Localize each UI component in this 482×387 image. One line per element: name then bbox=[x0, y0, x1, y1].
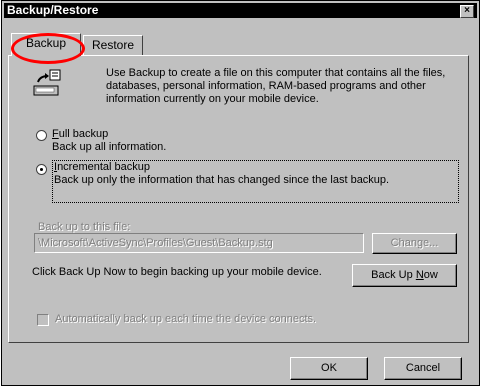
auto-backup-checkbox[interactable] bbox=[37, 314, 49, 326]
window-title: Backup/Restore bbox=[7, 3, 99, 17]
incremental-backup-radio[interactable] bbox=[36, 164, 47, 175]
close-button[interactable]: × bbox=[460, 5, 474, 18]
ok-button[interactable]: OK bbox=[290, 357, 368, 380]
intro-text: Use Backup to create a file on this comp… bbox=[106, 67, 446, 105]
backup-file-path-field[interactable]: \Microsoft\ActiveSync\Profiles\Guest\Bac… bbox=[34, 233, 364, 253]
highlight-circle bbox=[11, 33, 85, 64]
cancel-button[interactable]: Cancel bbox=[384, 357, 462, 380]
full-backup-desc: Back up all information. bbox=[52, 141, 167, 153]
incremental-backup-label[interactable]: Incremental backup bbox=[54, 161, 150, 173]
incremental-backup-desc: Back up only the information that has ch… bbox=[54, 174, 390, 186]
full-backup-radio[interactable] bbox=[36, 130, 47, 141]
change-button[interactable]: Change... bbox=[372, 233, 457, 254]
back-up-now-button[interactable]: Back Up Now bbox=[352, 264, 457, 287]
auto-backup-label[interactable]: Automatically back up each time the devi… bbox=[55, 313, 316, 325]
full-backup-label[interactable]: Full backup bbox=[52, 128, 108, 140]
backup-file-label: Back up to this file: bbox=[38, 221, 131, 233]
tab-restore[interactable]: Restore bbox=[83, 35, 143, 55]
title-bar[interactable]: Backup/Restore × bbox=[4, 3, 477, 18]
backup-now-note: Click Back Up Now to begin backing up yo… bbox=[32, 266, 322, 278]
backup-device-icon bbox=[33, 69, 61, 96]
